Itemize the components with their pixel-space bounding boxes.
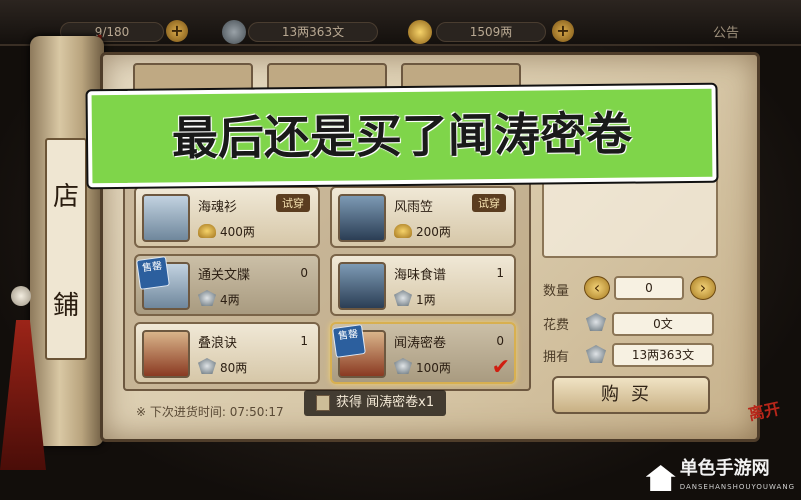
item-preview-box — [542, 170, 718, 258]
item-card[interactable]: 风雨笠 试穿 200两 — [330, 186, 516, 248]
item-stock: 0 — [300, 266, 308, 280]
item-price: 1两 — [416, 293, 436, 307]
checkmark-icon: ✔ — [491, 355, 510, 380]
watermark: 单色手游网 DANSEHANSHOUYOUWANG — [645, 458, 795, 496]
item-name: 海魂衫 — [198, 200, 238, 215]
silver-icon — [198, 290, 216, 306]
shop-tab-1[interactable] — [133, 63, 253, 91]
watermark-subtitle: DANSEHANSHOUYOUWANG — [679, 483, 795, 491]
increase-quantity-button[interactable]: › — [690, 276, 716, 300]
cost-label: 花费 — [543, 318, 570, 333]
item-name: 海味食谱 — [394, 268, 447, 283]
item-price: 4两 — [220, 293, 240, 307]
item-icon-recipe-book — [338, 262, 386, 310]
item-card-selected[interactable]: 售罄 闻涛密卷 0 100两 ✔ — [330, 322, 516, 384]
reward-toast: 获得 闻涛密卷x1 — [304, 390, 447, 416]
resource-bar: 9/180 + 13两363文 1509两 + 公告 — [0, 0, 801, 46]
item-price: 100两 — [416, 361, 451, 375]
item-card[interactable]: 叠浪诀 1 80两 — [134, 322, 320, 384]
item-card[interactable]: 售罄 通关文牒 0 4两 — [134, 254, 320, 316]
sold-out-badge: 售罄 — [332, 324, 366, 358]
gold-ingot-icon — [394, 224, 412, 238]
shop-title-char-2: 鋪 — [52, 291, 79, 321]
silver-icon — [222, 20, 246, 44]
add-stamina-button[interactable]: + — [166, 20, 188, 42]
item-card[interactable]: 海味食谱 1 1两 — [330, 254, 516, 316]
item-price: 400两 — [220, 225, 255, 239]
gold-icon — [408, 20, 432, 44]
item-icon-hat — [338, 194, 386, 242]
item-name: 风雨笠 — [394, 200, 434, 215]
restock-label: ※ 下次进货时间: — [136, 405, 226, 419]
owned-label: 拥有 — [543, 350, 570, 365]
add-gold-button[interactable]: + — [552, 20, 574, 42]
item-price: 80两 — [220, 361, 248, 375]
silver-icon — [394, 358, 412, 374]
item-name: 叠浪诀 — [198, 336, 238, 351]
item-icon-shirt — [142, 194, 190, 242]
item-stock: 1 — [496, 266, 504, 280]
scroll-icon — [316, 394, 330, 411]
restock-time: 07:50:17 — [229, 405, 284, 419]
reward-toast-text: 获得 闻涛密卷x1 — [336, 395, 435, 410]
buy-button[interactable]: 购买 — [552, 376, 710, 414]
shop-tab-2[interactable] — [267, 63, 387, 91]
watermark-name: 单色手游网 — [679, 458, 770, 479]
house-logo-icon — [645, 465, 676, 491]
money-counter: 13两363文 — [248, 22, 378, 42]
silver-icon — [198, 358, 216, 374]
sold-out-badge: 售罄 — [136, 256, 170, 290]
item-price: 200两 — [416, 225, 451, 239]
gold-counter: 1509两 — [436, 22, 546, 42]
caption-banner: 最后还是买了闻涛密卷 — [87, 84, 717, 188]
item-card[interactable]: 海魂衫 试穿 400两 — [134, 186, 320, 248]
restock-timer: ※ 下次进货时间: 07:50:17 — [136, 403, 284, 420]
shop-title-char-1: 店 — [52, 182, 79, 212]
cost-value: 0文 — [612, 312, 714, 336]
quantity-label: 数量 — [543, 284, 570, 299]
notice-button[interactable]: 公告 — [713, 22, 739, 41]
decrease-quantity-button[interactable]: ‹ — [584, 276, 610, 300]
owned-value: 13两363文 — [612, 343, 714, 367]
jade-bead — [11, 286, 31, 306]
item-stock: 0 — [496, 334, 504, 348]
gold-ingot-icon — [198, 224, 216, 238]
caption-text: 最后还是买了闻涛密卷 — [171, 106, 633, 166]
item-icon-scroll-box — [142, 330, 190, 378]
try-on-button[interactable]: 试穿 — [472, 194, 506, 212]
quantity-field[interactable]: 0 — [614, 276, 684, 300]
item-stock: 1 — [300, 334, 308, 348]
item-name: 闻涛密卷 — [394, 336, 447, 351]
shop-title-plaque: 店 鋪 — [45, 138, 87, 360]
try-on-button[interactable]: 试穿 — [276, 194, 310, 212]
silver-icon — [394, 290, 412, 306]
item-name: 通关文牒 — [198, 268, 251, 283]
